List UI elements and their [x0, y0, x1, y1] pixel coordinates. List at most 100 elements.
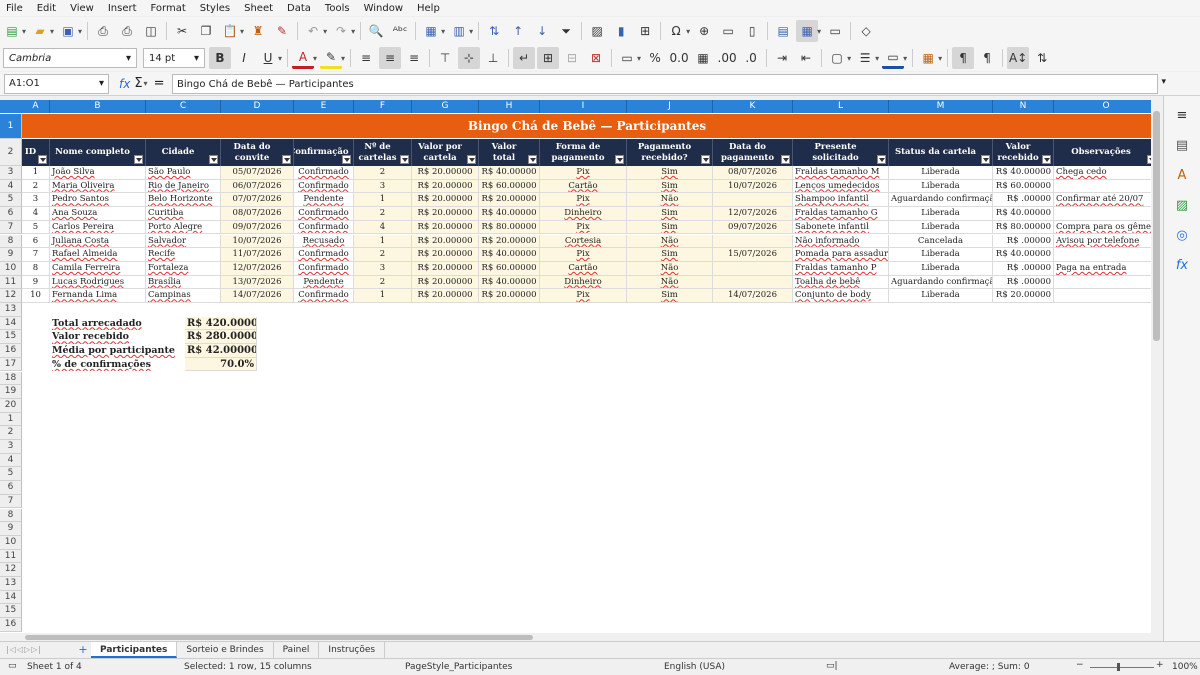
- table-cell[interactable]: Salvador: [146, 234, 221, 249]
- table-header-cell[interactable]: Cidade: [146, 139, 221, 166]
- table-cell[interactable]: 09/07/2026: [221, 220, 294, 235]
- copy-icon[interactable]: ❐: [195, 20, 217, 42]
- autofilter-button[interactable]: [467, 155, 476, 164]
- insert-chart-icon[interactable]: ▮: [610, 20, 632, 42]
- table-cell[interactable]: Pendente: [294, 275, 354, 290]
- row-icon[interactable]: ▦: [420, 20, 442, 42]
- summary-value[interactable]: R$ 420.00000: [185, 316, 257, 331]
- open-icon[interactable]: ▰: [29, 20, 51, 42]
- table-header-cell[interactable]: Data do convite: [221, 139, 294, 166]
- table-cell[interactable]: Lenços umedecidos: [793, 179, 889, 194]
- table-cell[interactable]: R$ 80.00000: [993, 220, 1054, 235]
- table-header-cell[interactable]: Data do pagamento: [713, 139, 793, 166]
- table-cell[interactable]: 12/07/2026: [713, 207, 793, 221]
- row-header[interactable]: 11: [0, 549, 22, 564]
- find-replace-icon[interactable]: 🔍: [365, 20, 387, 42]
- table-cell[interactable]: Fortaleza: [146, 261, 221, 276]
- table-cell[interactable]: Confirmado: [294, 179, 354, 194]
- table-cell[interactable]: 1: [354, 289, 412, 303]
- table-cell[interactable]: São Paulo: [146, 166, 221, 180]
- table-cell[interactable]: Lucas Rodrigues: [50, 275, 146, 290]
- currency-dropdown-icon[interactable]: ▾: [637, 54, 641, 63]
- styles-icon[interactable]: A: [1173, 166, 1191, 184]
- zoom-in-icon[interactable]: +: [1156, 660, 1164, 670]
- table-cell[interactable]: 2: [22, 179, 50, 194]
- row-header[interactable]: 8: [0, 234, 22, 249]
- table-cell[interactable]: R$ 20.00000: [412, 220, 479, 235]
- row-header[interactable]: 10: [0, 535, 22, 550]
- sheet-navigation-buttons[interactable]: |◁◁▷▷|: [0, 643, 75, 657]
- expand-formula-icon[interactable]: ▾: [1161, 77, 1166, 87]
- row-header[interactable]: 16: [0, 344, 22, 358]
- table-cell[interactable]: R$ 80.00000: [479, 220, 540, 235]
- date-format-icon[interactable]: ▦: [692, 47, 714, 69]
- table-cell[interactable]: 6: [22, 234, 50, 249]
- row-header[interactable]: 15: [0, 604, 22, 619]
- hyperlink-icon[interactable]: ⊕: [693, 20, 715, 42]
- table-cell[interactable]: Conjunto de body: [793, 289, 889, 303]
- borders-icon[interactable]: ▢: [826, 47, 848, 69]
- menu-item[interactable]: Help: [417, 3, 440, 14]
- table-cell[interactable]: Cartão: [540, 261, 627, 276]
- table-cell[interactable]: Campinas: [146, 289, 221, 303]
- conditional-format-icon[interactable]: ▦: [917, 47, 939, 69]
- column-header[interactable]: E: [294, 100, 354, 113]
- table-cell[interactable]: Fraldas tamanho P: [793, 261, 889, 276]
- table-cell[interactable]: 2: [354, 275, 412, 290]
- table-cell[interactable]: R$ 40.00000: [993, 207, 1054, 221]
- highlight-color-icon[interactable]: ✎: [320, 47, 343, 69]
- table-cell[interactable]: 3: [354, 179, 412, 194]
- special-character-icon[interactable]: Ω: [665, 20, 687, 42]
- table-cell[interactable]: 06/07/2026: [221, 179, 294, 194]
- menu-item[interactable]: Edit: [37, 3, 56, 14]
- table-cell[interactable]: Sim: [627, 166, 713, 180]
- autofilter-button[interactable]: [981, 155, 990, 164]
- add-decimal-icon[interactable]: .00: [716, 47, 738, 69]
- table-cell[interactable]: Dinheiro: [540, 207, 627, 221]
- save-dropdown-icon[interactable]: ▾: [78, 27, 82, 36]
- print-preview-icon[interactable]: ◫: [140, 20, 162, 42]
- table-cell[interactable]: R$ 60.00000: [479, 179, 540, 194]
- row-dropdown-icon[interactable]: ▾: [441, 27, 445, 36]
- name-box[interactable]: A1:O1 ▾: [4, 73, 109, 94]
- zoom-level[interactable]: 100%: [1172, 662, 1198, 672]
- align-left-icon[interactable]: ≡: [355, 47, 377, 69]
- split-window-icon[interactable]: ▭: [824, 20, 846, 42]
- table-cell[interactable]: R$ .00000: [993, 261, 1054, 276]
- table-cell[interactable]: R$ 40.00000: [479, 275, 540, 290]
- table-header-cell[interactable]: Observações: [1054, 139, 1151, 166]
- table-cell[interactable]: Toalha de bebê: [793, 275, 889, 290]
- save-icon[interactable]: ▣: [57, 20, 79, 42]
- table-cell[interactable]: R$ 20.00000: [412, 179, 479, 194]
- table-cell[interactable]: Maria Oliveira: [50, 179, 146, 194]
- row-header[interactable]: 8: [0, 508, 22, 523]
- font-size-combo[interactable]: 14 pt ▾: [143, 48, 205, 68]
- underline-icon[interactable]: U: [257, 47, 279, 69]
- summary-label[interactable]: % de confirmações: [50, 358, 200, 372]
- row-header[interactable]: 6: [0, 207, 22, 221]
- define-print-area-icon[interactable]: ▤: [772, 20, 794, 42]
- merge-cells-icon[interactable]: ⊟: [561, 47, 583, 69]
- wrap-text-icon[interactable]: ↵: [513, 47, 536, 69]
- row-header[interactable]: 5: [0, 193, 22, 208]
- row-header[interactable]: 1: [0, 114, 22, 139]
- summary-label[interactable]: Valor recebido: [50, 330, 200, 344]
- row-header[interactable]: 9: [0, 248, 22, 262]
- table-header-cell[interactable]: Forma de pagamento: [540, 139, 627, 166]
- paste-dropdown-icon[interactable]: ▾: [240, 27, 244, 36]
- borders-dropdown-icon[interactable]: ▾: [847, 54, 851, 63]
- table-cell[interactable]: 1: [354, 234, 412, 249]
- horizontal-scroll-thumb[interactable]: [25, 635, 533, 640]
- table-cell[interactable]: Avisou por telefone: [1054, 235, 1151, 249]
- increase-indent-icon[interactable]: ⇥: [771, 47, 793, 69]
- table-header-cell[interactable]: Valor total: [479, 139, 540, 166]
- table-cell[interactable]: Liberada: [889, 207, 993, 221]
- autofilter-button[interactable]: [877, 155, 886, 164]
- table-cell[interactable]: R$ 40.00000: [993, 166, 1054, 180]
- menu-item[interactable]: Window: [364, 3, 403, 14]
- table-cell[interactable]: Fraldas tamanho G: [793, 207, 889, 221]
- table-cell[interactable]: Liberada: [889, 261, 993, 276]
- clear-formatting-icon[interactable]: ✎: [271, 20, 293, 42]
- table-cell[interactable]: Pedro Santos: [50, 193, 146, 208]
- highlight-dropdown-icon[interactable]: ▾: [341, 54, 345, 63]
